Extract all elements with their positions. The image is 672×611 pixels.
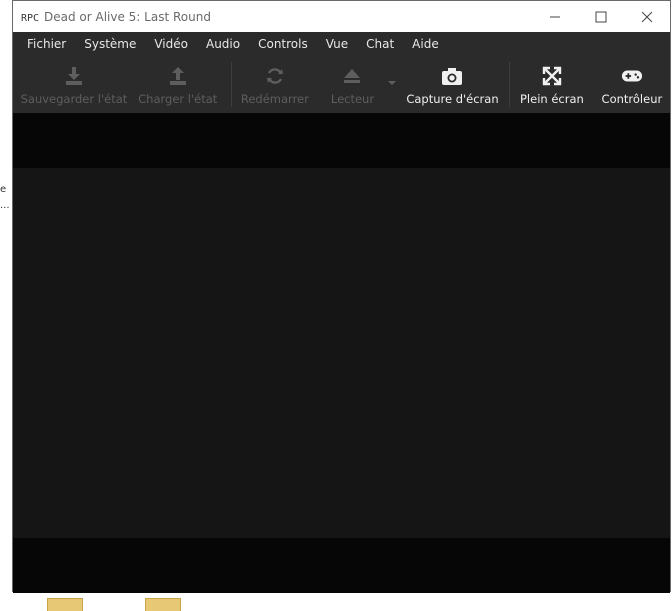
desktop-text-fragment: e: [0, 184, 7, 195]
save-state-label: Sauvegarder l'état: [20, 92, 128, 106]
eject-icon: [341, 65, 363, 87]
fullscreen-label: Plein écran: [519, 92, 584, 106]
download-icon: [63, 65, 85, 87]
menu-controls[interactable]: Controls: [249, 32, 317, 56]
menu-chat[interactable]: Chat: [357, 32, 403, 56]
screenshot-button[interactable]: Capture d'écran: [404, 56, 501, 113]
game-screen-letterbox-bottom: [13, 538, 670, 593]
player-button[interactable]: Lecteur: [318, 56, 387, 113]
save-state-button[interactable]: Sauvegarder l'état: [13, 56, 135, 113]
upload-icon: [167, 65, 189, 87]
screenshot-label: Capture d'écran: [406, 92, 499, 106]
close-icon: [641, 11, 653, 22]
menu-vue[interactable]: Vue: [317, 32, 357, 56]
app-logo-icon: RPC: [21, 10, 39, 24]
controller-label: Contrôleur: [601, 92, 663, 106]
load-state-button[interactable]: Charger l'état: [135, 56, 221, 113]
app-window: RPC Dead or Alive 5: Last Round Fichier …: [12, 0, 671, 593]
restart-label: Redémarrer: [240, 92, 309, 106]
player-dropdown-button[interactable]: [387, 56, 404, 113]
desktop-text-fragment: ...: [0, 200, 10, 211]
menu-systeme[interactable]: Système: [75, 32, 145, 56]
menu-aide[interactable]: Aide: [403, 32, 448, 56]
menu-video[interactable]: Vidéo: [145, 32, 197, 56]
refresh-icon: [264, 65, 286, 87]
menu-audio[interactable]: Audio: [197, 32, 249, 56]
camera-icon: [441, 65, 463, 87]
desktop-folder-icon[interactable]: [47, 598, 83, 611]
load-state-label: Charger l'état: [138, 92, 218, 106]
window-title: Dead or Alive 5: Last Round: [44, 9, 211, 24]
fullscreen-button[interactable]: Plein écran: [510, 56, 594, 113]
maximize-button[interactable]: [578, 1, 624, 32]
gamepad-icon: [621, 65, 643, 87]
minimize-button[interactable]: [532, 1, 578, 32]
toolbar: Sauvegarder l'état Charger l'état Redéma…: [13, 56, 670, 113]
player-label: Lecteur: [330, 92, 375, 106]
desktop: { "window": { "title": "Dead or Alive 5:…: [0, 0, 672, 611]
chevron-down-icon: [387, 81, 396, 85]
close-button[interactable]: [624, 1, 670, 32]
menu-bar: Fichier Système Vidéo Audio Controls Vue…: [13, 32, 670, 56]
menu-fichier[interactable]: Fichier: [18, 32, 75, 56]
minimize-icon: [550, 16, 560, 17]
svg-text:RPC: RPC: [21, 13, 39, 23]
game-screen-letterbox-top: [13, 113, 670, 168]
desktop-folder-icon[interactable]: [145, 598, 181, 611]
fullscreen-icon: [541, 65, 563, 87]
restart-button[interactable]: Redémarrer: [232, 56, 319, 113]
game-screen[interactable]: [13, 168, 670, 538]
title-bar[interactable]: RPC Dead or Alive 5: Last Round: [13, 1, 670, 32]
maximize-icon: [595, 11, 607, 22]
controller-button[interactable]: Contrôleur: [594, 56, 670, 113]
